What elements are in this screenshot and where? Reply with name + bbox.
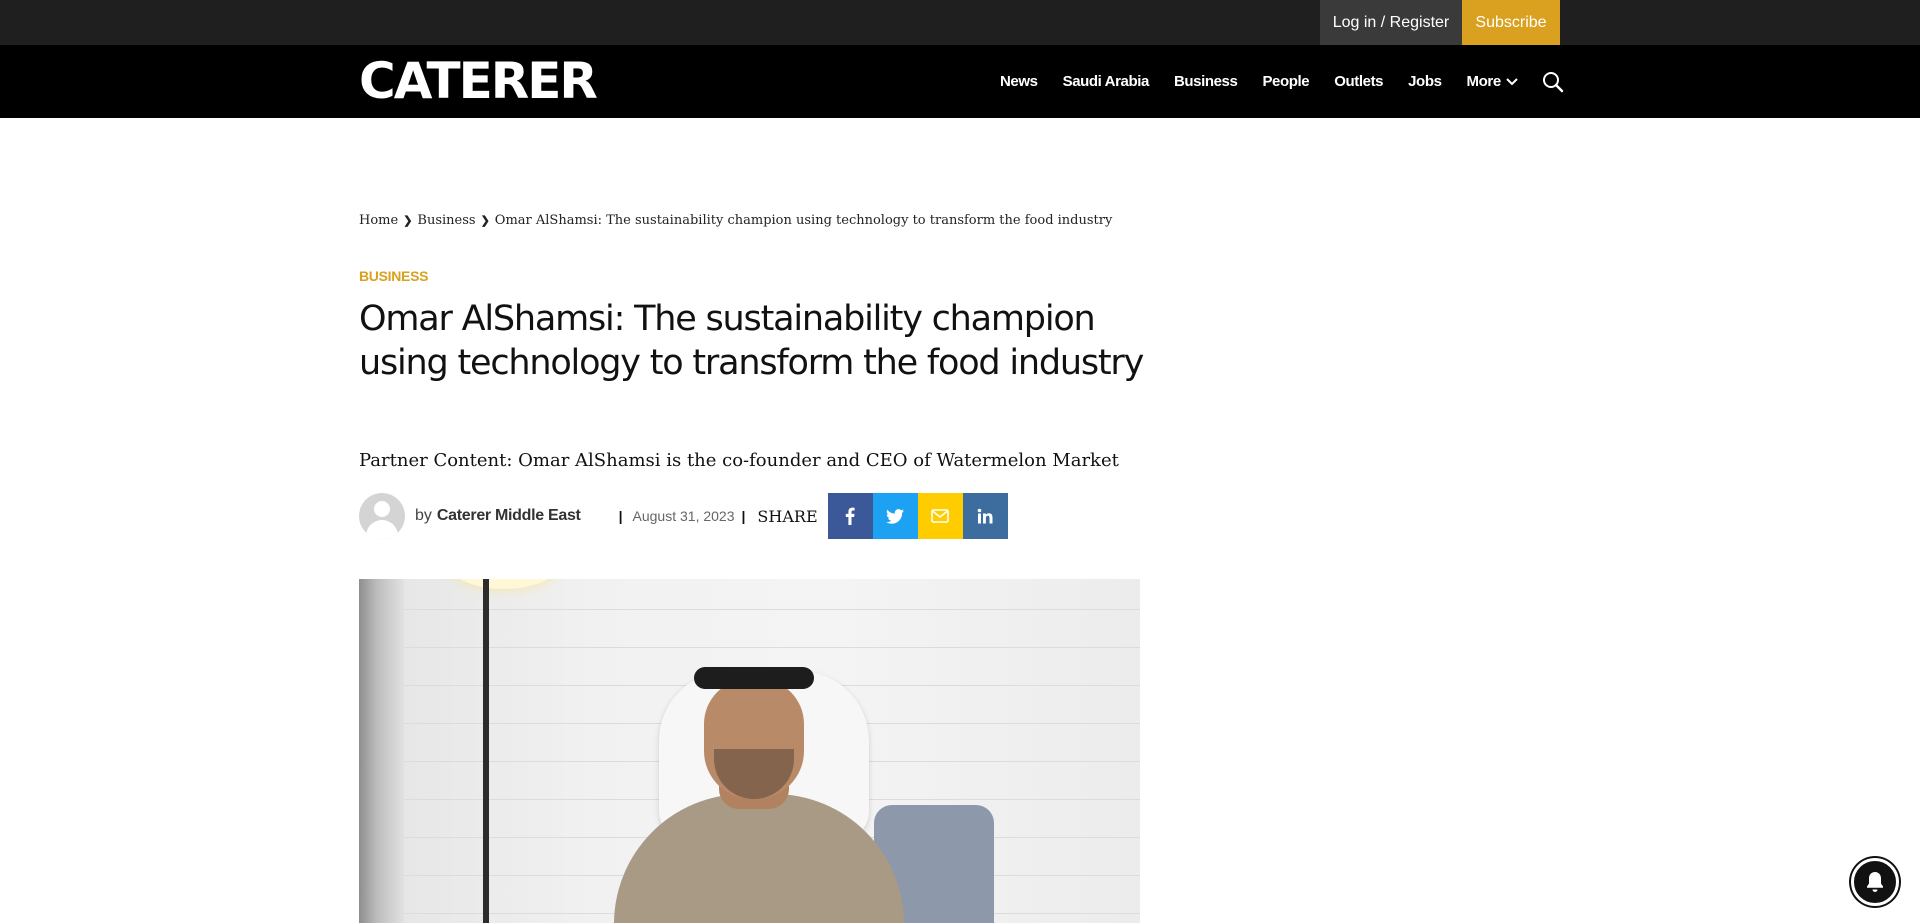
category-tag[interactable]: BUSINESS [359,268,428,284]
nav-more-label: More [1466,73,1502,90]
nav-more-dropdown[interactable]: More [1467,73,1518,90]
article-headline: Omar AlShamsi: The sustainability champi… [359,299,1144,383]
linkedin-icon [977,508,993,524]
breadcrumb: Home ❯ Business ❯ Omar AlShamsi: The sus… [359,213,1112,228]
publish-date: August 31, 2023 [632,508,735,524]
search-icon[interactable] [1542,71,1564,93]
nav-item-outlets[interactable]: Outlets [1334,73,1383,90]
email-share-button[interactable] [917,493,963,539]
share-buttons [827,493,1008,539]
nav-item-saudi-arabia[interactable]: Saudi Arabia [1063,73,1150,90]
breadcrumb-business[interactable]: Business [417,213,475,228]
twitter-icon [886,508,905,524]
login-register-link[interactable]: Log in / Register [1320,0,1462,45]
email-icon [931,509,949,523]
breadcrumb-current: Omar AlShamsi: The sustainability champi… [494,213,1113,228]
main-navigation: CATERER News Saudi Arabia Business Peopl… [0,45,1920,118]
caterer-logo[interactable]: CATERER [359,53,598,109]
utility-bar: Log in / Register Subscribe [0,0,1920,45]
bell-icon[interactable] [1851,858,1899,906]
nav-item-business[interactable]: Business [1174,73,1238,90]
author-link[interactable]: Caterer Middle East [437,507,581,525]
by-label: by [415,507,432,524]
twitter-share-button[interactable] [872,493,918,539]
chevron-right-icon: ❯ [480,214,490,227]
chevron-right-icon: ❯ [403,214,413,227]
breadcrumb-home[interactable]: Home [359,213,398,228]
subscribe-button[interactable]: Subscribe [1462,0,1560,45]
byline-row: by Caterer Middle East | August 31, 2023… [359,493,1008,539]
facebook-icon [845,507,855,525]
share-label: SHARE [757,506,818,526]
article-subheadline: Partner Content: Omar AlShamsi is the co… [359,450,1119,471]
nav-item-news[interactable]: News [1000,73,1038,90]
nav-item-jobs[interactable]: Jobs [1408,73,1442,90]
nav-item-people[interactable]: People [1262,73,1309,90]
divider: | [741,508,746,524]
article-hero-image [359,579,1140,923]
avatar[interactable] [359,493,405,539]
divider: | [618,508,623,524]
linkedin-share-button[interactable] [962,493,1008,539]
chevron-down-icon [1506,77,1518,85]
nav-links: News Saudi Arabia Business People Outlet… [1000,45,1564,118]
facebook-share-button[interactable] [827,493,873,539]
